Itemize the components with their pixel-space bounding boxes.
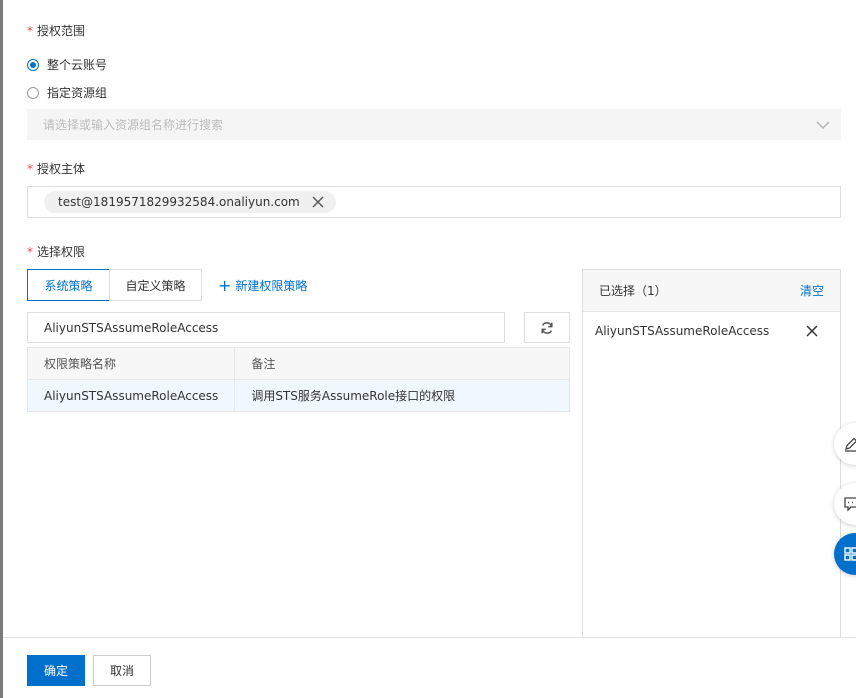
principal-input[interactable]: test@1819571829932584.onaliyun.com <box>27 186 841 218</box>
required-mark: * <box>27 24 33 38</box>
radio-resource-group-label: 指定资源组 <box>47 86 108 100</box>
window-left-edge <box>0 0 3 698</box>
refresh-button[interactable] <box>524 312 570 343</box>
selected-item-label: AliyunSTSAssumeRoleAccess <box>595 324 770 338</box>
principal-tag-text: test@1819571829932584.onaliyun.com <box>58 195 300 209</box>
policy-search-input[interactable]: AliyunSTSAssumeRoleAccess <box>27 312 505 343</box>
permissions-label: * 选择权限 <box>27 243 85 260</box>
policy-remark-cell: 调用STS服务AssumeRole接口的权限 <box>234 379 570 412</box>
new-policy-label: 新建权限策略 <box>235 279 308 293</box>
policy-search-value: AliyunSTSAssumeRoleAccess <box>44 320 219 335</box>
radio-whole-account[interactable]: 整个云账号 <box>27 56 107 73</box>
new-policy-link[interactable]: + 新建权限策略 <box>218 277 307 294</box>
resource-group-placeholder: 请选择或输入资源组名称进行搜索 <box>43 118 224 132</box>
column-header-policy-name: 权限策略名称 <box>26 347 236 380</box>
selected-panel: 已选择（1） 清空 AliyunSTSAssumeRoleAccess <box>582 269 841 638</box>
radio-unchecked-icon <box>27 86 39 99</box>
refresh-icon <box>541 321 553 334</box>
radio-checked-icon <box>27 58 39 71</box>
confirm-button[interactable]: 确定 <box>27 655 85 686</box>
scope-label-text: 授权范围 <box>37 24 86 38</box>
required-mark: * <box>27 162 33 176</box>
cancel-button[interactable]: 取消 <box>93 655 151 686</box>
edit-icon <box>845 437 856 452</box>
policy-table: 权限策略名称 备注 AliyunSTSAssumeRoleAccess 调用ST… <box>26 347 570 412</box>
chevron-down-icon <box>816 120 830 129</box>
selected-panel-header: 已选择（1） 清空 <box>583 270 840 312</box>
footer-divider <box>3 637 856 638</box>
selected-panel-title: 已选择（1） <box>599 284 667 298</box>
permissions-label-text: 选择权限 <box>37 245 86 259</box>
tab-custom-policy[interactable]: 自定义策略 <box>109 269 202 301</box>
close-icon[interactable] <box>312 196 324 208</box>
principal-label-text: 授权主体 <box>37 162 86 176</box>
radio-resource-group[interactable]: 指定资源组 <box>27 84 107 101</box>
tab-system-policy-label: 系统策略 <box>44 278 93 293</box>
radio-whole-account-label: 整个云账号 <box>47 58 108 72</box>
feedback-icon <box>844 497 856 512</box>
column-header-remark: 备注 <box>234 347 570 380</box>
tab-system-policy[interactable]: 系统策略 <box>27 269 110 301</box>
principal-label: * 授权主体 <box>27 160 85 177</box>
confirm-button-label: 确定 <box>43 664 68 678</box>
plus-icon: + <box>218 275 232 295</box>
apps-icon <box>844 547 856 561</box>
principal-tag: test@1819571829932584.onaliyun.com <box>44 191 336 213</box>
table-row[interactable]: AliyunSTSAssumeRoleAccess 调用STS服务AssumeR… <box>26 379 570 412</box>
selected-item: AliyunSTSAssumeRoleAccess <box>583 312 840 350</box>
table-header-row: 权限策略名称 备注 <box>26 347 570 380</box>
required-mark: * <box>27 245 33 259</box>
clear-button[interactable]: 清空 <box>800 282 824 299</box>
tab-custom-policy-label: 自定义策略 <box>125 278 186 293</box>
resource-group-select[interactable]: 请选择或输入资源组名称进行搜索 <box>27 109 841 140</box>
scope-label: * 授权范围 <box>27 22 85 39</box>
close-icon[interactable] <box>806 325 818 337</box>
policy-name-cell: AliyunSTSAssumeRoleAccess <box>26 379 236 412</box>
cancel-button-label: 取消 <box>109 664 134 678</box>
